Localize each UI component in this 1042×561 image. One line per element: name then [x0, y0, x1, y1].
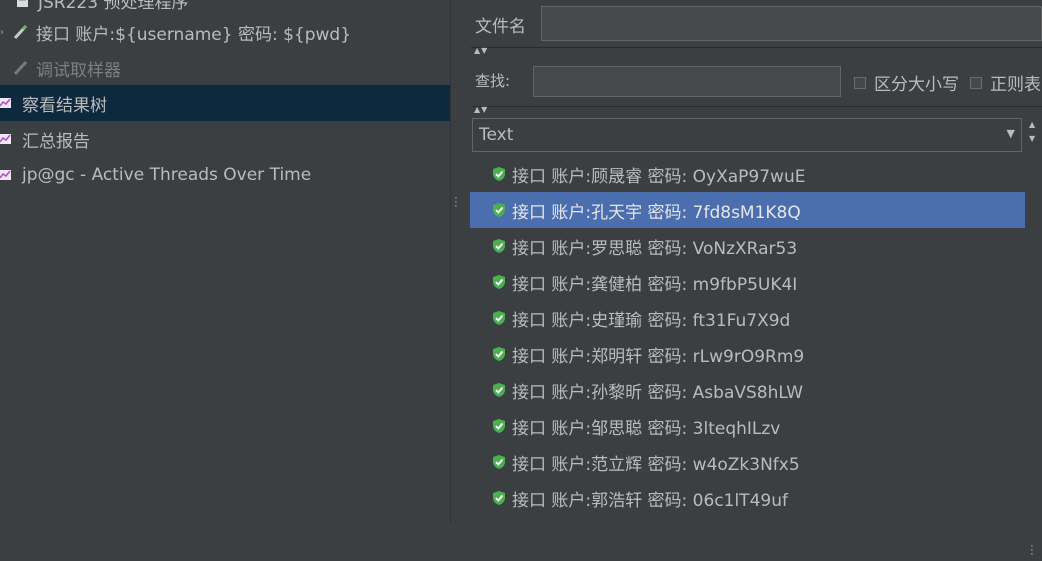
list-item-label: 接口 账户:范立辉 密码: w4oZk3Nfx5: [512, 454, 800, 475]
sample-results-list: 接口 账户:顾晟睿 密码: OyXaP97wuE 接口 账户:孔天宇 密码: 7f…: [470, 156, 1025, 523]
drag-handle-icon: · · ·: [454, 191, 458, 213]
splitter-handle[interactable]: ▲▼: [471, 105, 1042, 115]
success-shield-icon: [493, 383, 505, 397]
listener-chart-icon: [0, 94, 16, 112]
script-icon: [14, 0, 32, 9]
sampler-pen-icon: [12, 59, 30, 77]
scroll-down-icon[interactable]: ▼: [1029, 134, 1035, 143]
list-item-label: 接口 账户:史瑾瑜 密码: ft31Fu7X9d: [512, 310, 791, 331]
collapse-arrows-icon: ▲▼: [474, 105, 489, 114]
case-sensitive-label: 区分大小写: [874, 75, 959, 95]
success-shield-icon: [493, 203, 505, 217]
list-item-label: 接口 账户:龚健柏 密码: m9fbP5UK4I: [512, 274, 798, 295]
scroll-up-icon[interactable]: ▲: [1029, 120, 1035, 129]
regex-checkbox[interactable]: 正则表: [970, 70, 1041, 95]
tree-item-label: 察看结果树: [22, 95, 107, 116]
tree-item-label: JSR223 预处理程序: [38, 0, 189, 13]
tree-item-summary-report[interactable]: 汇总报告: [0, 121, 450, 157]
renderer-select[interactable]: Text ▼: [472, 118, 1022, 152]
list-item[interactable]: 接口 账户:史瑾瑜 密码: ft31Fu7X9d: [470, 300, 1025, 336]
chevron-right-icon[interactable]: ›: [0, 27, 4, 38]
tree-item-label: 接口 账户:${username} 密码: ${pwd}: [36, 24, 352, 45]
list-item-label: 接口 账户:孔天宇 密码: 7fd8sM1K8Q: [512, 202, 801, 223]
list-item-label: 接口 账户:郭浩轩 密码: 06c1lT49uf: [512, 490, 788, 511]
success-shield-icon: [493, 239, 505, 253]
filename-label: 文件名: [475, 17, 526, 37]
list-item-label: 接口 账户:顾晟睿 密码: OyXaP97wuE: [512, 166, 806, 187]
renderer-select-value: Text: [479, 125, 514, 145]
test-plan-tree: JSR223 预处理程序 › 接口 账户:${username} 密码: ${p…: [0, 0, 450, 523]
tree-item-debug-sampler[interactable]: 调试取样器: [0, 50, 450, 86]
drag-handle-icon: · · ·: [1030, 539, 1034, 561]
checkbox-box[interactable]: [854, 76, 866, 89]
list-item[interactable]: 接口 账户:郭浩轩 密码: 06c1lT49uf: [470, 480, 1025, 516]
success-shield-icon: [493, 347, 505, 361]
list-item[interactable]: 接口 账户:范立辉 密码: w4oZk3Nfx5: [470, 444, 1025, 480]
listener-chart-icon: [0, 130, 16, 148]
list-item-label: 接口 账户:郑明轩 密码: rLw9rO9Rm9: [512, 346, 805, 367]
success-shield-icon: [493, 491, 505, 505]
sampler-pen-icon: [12, 23, 30, 41]
list-item[interactable]: 接口 账户:罗思聪 密码: VoNzXRar53: [470, 228, 1025, 264]
tree-item-label: jp@gc - Active Threads Over Time: [22, 165, 312, 185]
list-item-label: 接口 账户:邹思聪 密码: 3lteqhILzv: [512, 418, 781, 439]
filename-input[interactable]: [541, 6, 1042, 41]
list-item[interactable]: 接口 账户:郑明轩 密码: rLw9rO9Rm9: [470, 336, 1025, 372]
success-shield-icon: [493, 167, 505, 181]
case-sensitive-checkbox[interactable]: 区分大小写: [854, 70, 959, 95]
split-pane-divider[interactable]: · · ·: [450, 0, 463, 523]
success-shield-icon: [493, 275, 505, 289]
list-item-label: 接口 账户:罗思聪 密码: VoNzXRar53: [512, 238, 798, 259]
checkbox-box[interactable]: [970, 76, 982, 89]
success-shield-icon: [493, 311, 505, 325]
results-panel: 文件名 ▲▼ 查找: 区分大小写 正则表 ▲▼ Text ▼ 接口 账户:顾晟睿…: [463, 0, 1042, 560]
tree-item-label: 调试取样器: [36, 60, 121, 81]
vertical-scrollbar[interactable]: ▲ ▼ · · ·: [1025, 118, 1042, 560]
success-shield-icon: [493, 419, 505, 433]
search-input[interactable]: [533, 66, 841, 97]
dropdown-arrow-icon[interactable]: ▼: [1007, 127, 1015, 140]
list-item-label: 接口 账户:孙黎昕 密码: AsbaVS8hLW: [512, 382, 804, 403]
tree-item-view-results-tree[interactable]: 察看结果树: [0, 85, 450, 121]
tree-item-label: 汇总报告: [22, 131, 90, 152]
listener-chart-icon: [0, 166, 16, 184]
search-label: 查找:: [475, 72, 511, 90]
success-shield-icon: [493, 455, 505, 469]
list-item[interactable]: 接口 账户:邹思聪 密码: 3lteqhILzv: [470, 408, 1025, 444]
list-item[interactable]: 接口 账户:龚健柏 密码: m9fbP5UK4I: [470, 264, 1025, 300]
splitter-handle[interactable]: ▲▼: [471, 46, 1042, 56]
list-item[interactable]: 接口 账户:顾晟睿 密码: OyXaP97wuE: [470, 156, 1025, 192]
list-item[interactable]: 接口 账户:孔天宇 密码: 7fd8sM1K8Q: [470, 192, 1025, 228]
tree-item-active-threads[interactable]: jp@gc - Active Threads Over Time: [0, 157, 450, 193]
tree-item-api-sampler[interactable]: › 接口 账户:${username} 密码: ${pwd}: [0, 14, 450, 50]
collapse-arrows-icon: ▲▼: [474, 46, 489, 55]
regex-label: 正则表: [990, 75, 1041, 95]
list-item[interactable]: 接口 账户:孙黎昕 密码: AsbaVS8hLW: [470, 372, 1025, 408]
